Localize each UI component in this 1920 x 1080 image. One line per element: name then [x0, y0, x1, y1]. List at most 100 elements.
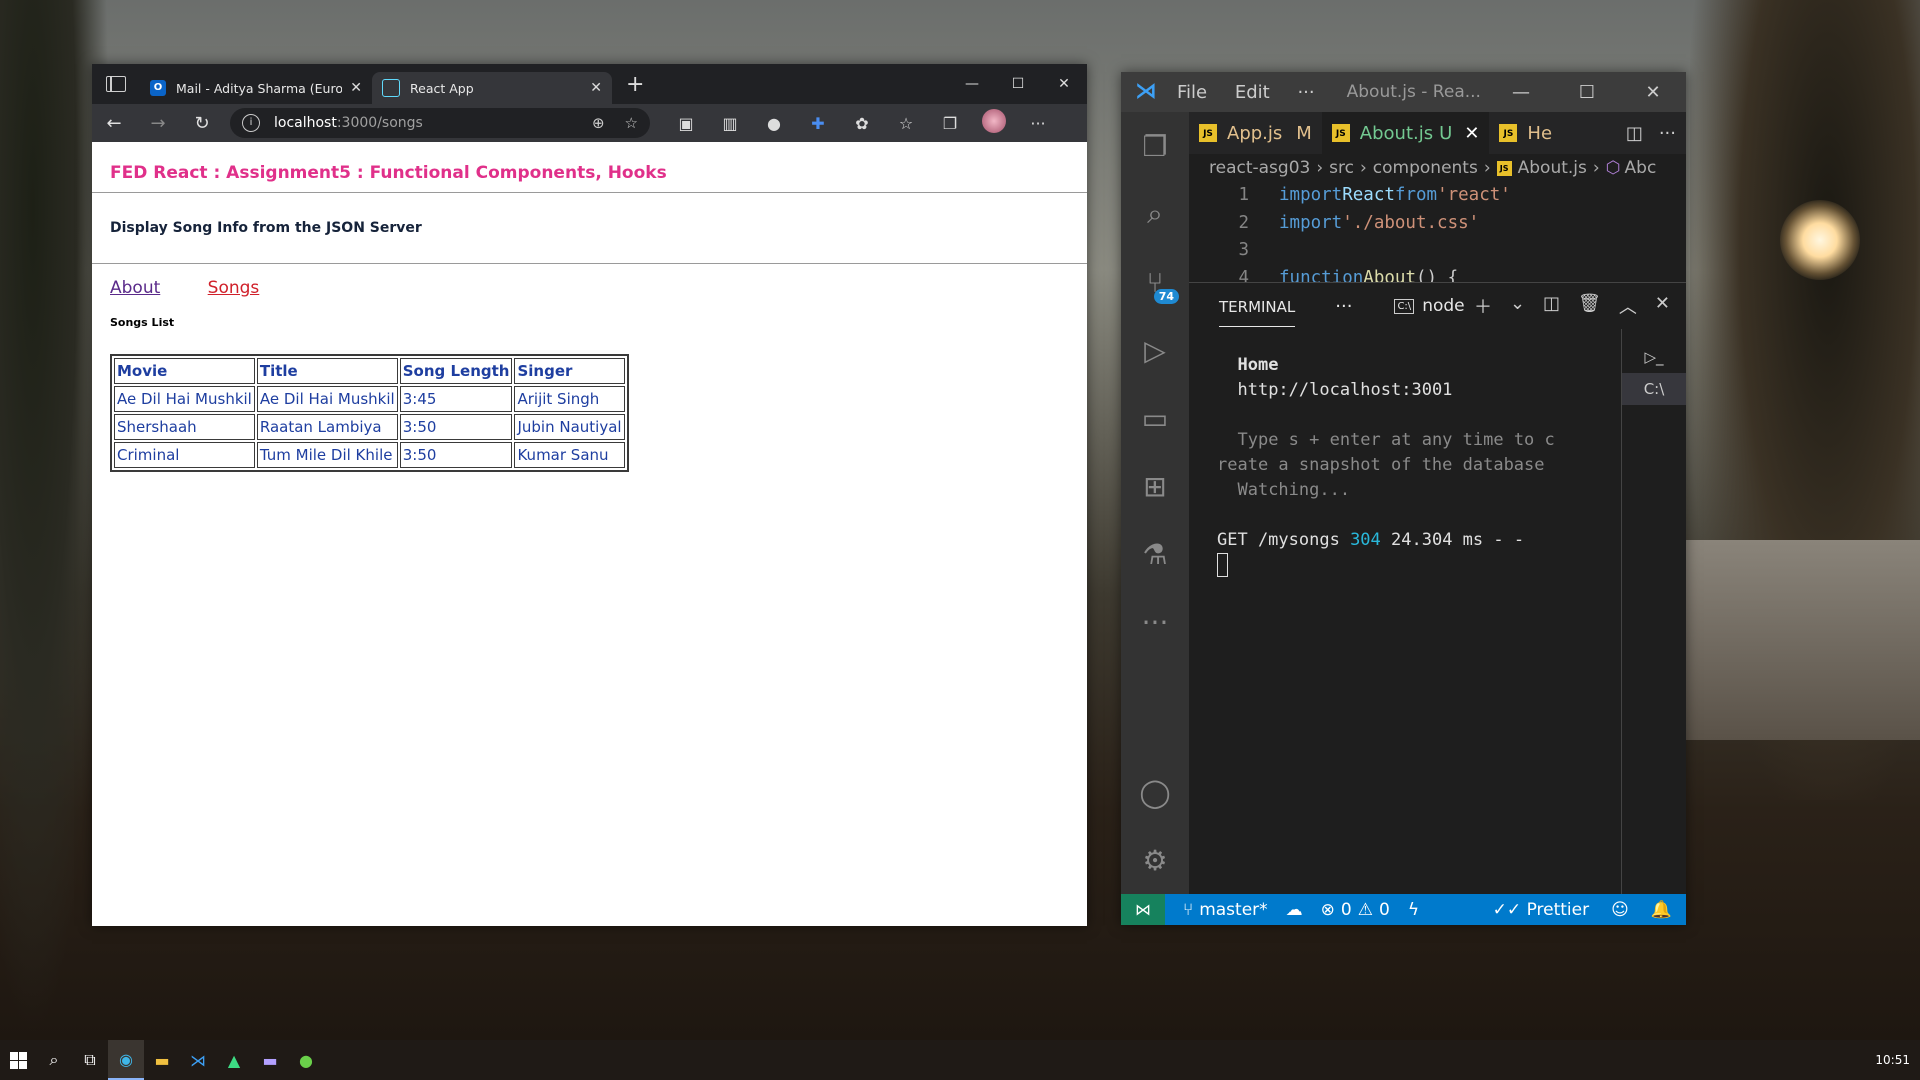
tab-about-js[interactable]: JS About.js U ✕ [1321, 112, 1490, 154]
run-debug-icon[interactable]: ▷ [1121, 316, 1189, 384]
tab-name: He [1527, 122, 1553, 144]
terminal-request: GET /mysongs [1217, 530, 1351, 550]
terminal-output[interactable]: Home http://localhost:3001 Type s + ente… [1217, 353, 1597, 578]
maximize-icon[interactable]: ☐ [995, 76, 1041, 92]
wallpaper-sea [1686, 540, 1920, 740]
menu-file[interactable]: File [1177, 82, 1207, 103]
feedback-icon[interactable]: ☺ [1611, 900, 1629, 920]
more-views-icon[interactable]: ··· [1121, 588, 1189, 656]
close-tab-icon[interactable]: ✕ [1464, 123, 1479, 144]
sync-icon[interactable]: ☁ [1286, 900, 1303, 920]
explorer-icon[interactable]: ❐ [1121, 112, 1189, 180]
forward-icon[interactable]: → [136, 113, 180, 134]
new-terminal-icon[interactable]: ＋ [1474, 293, 1492, 319]
zoom-icon[interactable]: ⊕ [592, 114, 605, 132]
tab-app-js[interactable]: JS App.js M [1189, 112, 1322, 154]
profile-avatar[interactable] [972, 109, 1016, 137]
close-panel-icon[interactable]: ✕ [1655, 293, 1670, 319]
tab-react-app[interactable]: React App ✕ [372, 72, 612, 104]
breadcrumb: react-asg03 › src › components › JS About.j… [1189, 154, 1686, 182]
edge-browser-icon[interactable]: ◉ [108, 1040, 144, 1080]
browser-toolbar: ← → ↻ i localhost:3000/songs ⊕ ☆ ▣ ▥ ● ✚… [92, 104, 1087, 142]
panel-more-icon[interactable]: ··· [1335, 296, 1352, 317]
search-icon[interactable]: ⌕ [1121, 180, 1189, 248]
vscode-menu: File Edit ··· [1177, 82, 1337, 103]
clock[interactable]: 10:51 [1875, 1053, 1920, 1067]
file-explorer-icon[interactable]: ▬ [144, 1040, 180, 1080]
close-icon[interactable]: ✕ [1041, 76, 1087, 92]
more-menu-icon[interactable]: ··· [1016, 114, 1060, 133]
accounts-icon[interactable]: ◯ [1121, 758, 1189, 826]
site-info-icon[interactable]: i [242, 114, 260, 132]
prettier-status[interactable]: ✓✓ Prettier [1493, 900, 1589, 920]
git-branch[interactable]: ⑂ master* [1183, 900, 1268, 920]
close-icon[interactable]: ✕ [1620, 82, 1686, 103]
close-tab-icon[interactable]: ✕ [350, 80, 362, 96]
minimize-icon[interactable]: — [949, 76, 995, 92]
terminal-status-code: 304 [1350, 530, 1381, 550]
favorites-icon[interactable]: ☆ [884, 114, 928, 133]
close-tab-icon[interactable]: ✕ [590, 80, 602, 96]
extension-icon[interactable]: ▣ [664, 114, 708, 133]
problems-indicator[interactable]: ⊗ 0 ⚠ 0 [1321, 900, 1390, 920]
android-studio-icon[interactable]: ▲ [216, 1040, 252, 1080]
refresh-icon[interactable]: ↻ [180, 113, 224, 134]
notifications-bell-icon[interactable]: 🔔 [1651, 900, 1672, 920]
maximize-icon[interactable]: ☐ [1554, 82, 1620, 103]
address-bar[interactable]: i localhost:3000/songs ⊕ ☆ [230, 108, 650, 138]
menu-more[interactable]: ··· [1297, 82, 1314, 103]
browser-window-controls: — ☐ ✕ [949, 76, 1087, 92]
testing-icon[interactable]: ⚗ [1121, 520, 1189, 588]
breadcrumb-item[interactable]: react-asg03 [1209, 158, 1310, 178]
minimize-icon[interactable]: — [1488, 82, 1554, 103]
source-control-icon[interactable]: ⑂ 74 [1121, 248, 1189, 316]
tab-actions-icon[interactable] [106, 76, 126, 92]
app-icon[interactable]: ▬ [252, 1040, 288, 1080]
split-editor-icon[interactable]: ◫ [1626, 123, 1643, 144]
remote-explorer-icon[interactable]: ▭ [1121, 384, 1189, 452]
search-icon[interactable]: ⌕ [36, 1040, 72, 1080]
extension-icon[interactable]: ● [752, 114, 796, 133]
settings-gear-icon[interactable]: ⚙ [1121, 826, 1189, 894]
tab-mail[interactable]: O Mail - Aditya Sharma (Europe - il ✕ [140, 72, 372, 104]
breadcrumb-item[interactable]: src [1329, 158, 1354, 178]
add-favorite-icon[interactable]: ☆ [625, 114, 638, 132]
terminal-powershell-icon[interactable]: ▷_ [1622, 341, 1686, 373]
extension-icon[interactable]: ▥ [708, 114, 752, 133]
songs-link[interactable]: Songs [208, 278, 260, 298]
remote-icon[interactable]: ⋈ [1121, 894, 1165, 925]
new-tab-icon[interactable]: + [626, 72, 644, 97]
menu-edit[interactable]: Edit [1235, 82, 1270, 103]
trash-icon[interactable]: 🗑 [1578, 293, 1601, 319]
lightning-icon[interactable]: ϟ [1408, 900, 1419, 920]
chevron-right-icon: › [1359, 158, 1367, 178]
extension-icon[interactable]: ✚ [796, 114, 840, 133]
warning-icon: ⚠ [1357, 899, 1373, 920]
task-view-icon[interactable]: ⧉ [72, 1040, 108, 1080]
chevron-up-icon[interactable]: ︿ [1619, 293, 1637, 319]
minimap[interactable] [1642, 182, 1676, 252]
source-control-badge: 74 [1153, 289, 1179, 304]
vscode-taskbar-icon[interactable]: ⋊ [180, 1040, 216, 1080]
app-icon[interactable]: ● [288, 1040, 324, 1080]
extension-toolbar: ▣ ▥ ● ✚ ✿ ☆ ❐ ··· [664, 109, 1060, 137]
start-button[interactable] [0, 1040, 36, 1080]
split-terminal-icon[interactable]: ◫ [1543, 293, 1560, 319]
extensions-icon[interactable]: ⊞ [1121, 452, 1189, 520]
about-link[interactable]: About [110, 278, 160, 298]
chevron-down-icon[interactable]: ⌄ [1510, 293, 1525, 319]
tab-he[interactable]: JS He [1489, 112, 1562, 154]
terminal-cmd-icon[interactable]: C:\ [1622, 373, 1686, 405]
terminal-shell-selector[interactable]: C:\ node [1394, 296, 1465, 316]
js-file-icon: JS [1499, 124, 1518, 142]
page-subheader: Display Song Info from the JSON Server [92, 193, 1087, 264]
breadcrumb-item[interactable]: About.js [1518, 158, 1587, 178]
breadcrumb-item[interactable]: components [1373, 158, 1478, 178]
tab-mail-label: Mail - Aditya Sharma (Europe - il [176, 80, 343, 96]
breadcrumb-item[interactable]: Abc [1625, 158, 1657, 178]
tab-terminal[interactable]: TERMINAL [1219, 286, 1296, 327]
back-icon[interactable]: ← [92, 113, 136, 134]
extensions-puzzle-icon[interactable]: ✿ [840, 114, 884, 133]
more-actions-icon[interactable]: ··· [1659, 123, 1676, 144]
collections-icon[interactable]: ❐ [928, 114, 972, 133]
